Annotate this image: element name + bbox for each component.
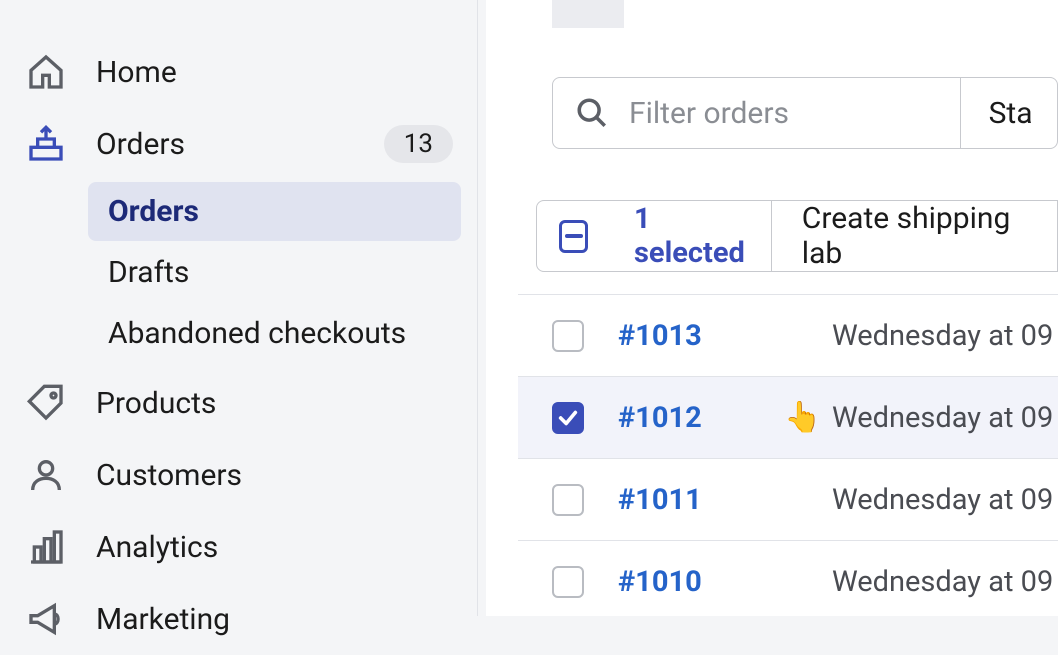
filter-orders-input[interactable] <box>629 96 938 131</box>
orders-badge: 13 <box>384 125 453 163</box>
order-date: Wednesday at 09 <box>832 483 1053 517</box>
bulk-selection[interactable]: 1 selected <box>537 201 772 271</box>
nav-label: Orders <box>96 127 185 162</box>
subnav-drafts[interactable]: Drafts <box>88 243 461 302</box>
create-shipping-label-button[interactable]: Create shipping lab <box>772 201 1057 271</box>
bulk-action-bar: 1 selected Create shipping lab <box>536 200 1058 272</box>
order-row[interactable]: #1011 Wednesday at 09 <box>518 458 1058 540</box>
header-fragment <box>552 0 624 28</box>
filter-row: Sta <box>552 77 1058 149</box>
nav-customers[interactable]: Customers <box>0 439 477 511</box>
nav-label: Marketing <box>96 602 230 637</box>
order-list: #1013 Wednesday at 09 #1012 👆 Wednesday … <box>518 294 1058 622</box>
row-checkbox[interactable] <box>552 566 584 598</box>
subnav-orders[interactable]: Orders <box>88 182 461 241</box>
row-checkbox[interactable] <box>552 402 584 434</box>
order-id-link[interactable]: #1012 <box>618 401 798 435</box>
user-icon <box>24 453 68 497</box>
order-date: Wednesday at 09 <box>832 401 1053 435</box>
select-all-indeterminate-checkbox[interactable] <box>559 220 588 253</box>
nav-label: Analytics <box>96 530 218 565</box>
order-date: Wednesday at 09 <box>832 319 1053 353</box>
megaphone-icon <box>24 597 68 641</box>
main-content: Sta 1 selected Create shipping lab #1013… <box>486 0 1058 616</box>
nav-home[interactable]: Home <box>0 36 477 108</box>
row-checkbox[interactable] <box>552 320 584 352</box>
order-id-link[interactable]: #1010 <box>618 565 798 599</box>
order-id-link[interactable]: #1013 <box>618 319 798 353</box>
subnav-abandoned[interactable]: Abandoned checkouts <box>88 304 461 363</box>
order-row[interactable]: #1013 Wednesday at 09 <box>518 294 1058 376</box>
nav-analytics[interactable]: Analytics <box>0 511 477 583</box>
nav-label: Customers <box>96 458 242 493</box>
home-icon <box>24 50 68 94</box>
search-icon <box>575 96 609 130</box>
search-input-wrap[interactable] <box>552 77 961 149</box>
nav-products[interactable]: Products <box>0 367 477 439</box>
analytics-icon <box>24 525 68 569</box>
orders-subnav: Orders Drafts Abandoned checkouts <box>0 182 477 363</box>
tag-icon <box>24 381 68 425</box>
orders-icon <box>24 122 68 166</box>
nav-label: Products <box>96 386 216 421</box>
row-checkbox[interactable] <box>552 484 584 516</box>
pointer-cursor-icon: 👆 <box>784 403 821 433</box>
order-date: Wednesday at 09 <box>832 565 1053 599</box>
order-id-link[interactable]: #1011 <box>618 483 798 517</box>
nav-orders[interactable]: Orders 13 <box>0 108 477 180</box>
selected-count: 1 selected <box>634 202 749 270</box>
status-filter-button[interactable]: Sta <box>961 77 1058 149</box>
nav-marketing[interactable]: Marketing <box>0 583 477 655</box>
order-row[interactable]: #1012 👆 Wednesday at 09 <box>518 376 1058 458</box>
nav-label: Home <box>96 55 177 90</box>
order-row[interactable]: #1010 Wednesday at 09 <box>518 540 1058 622</box>
sidebar: Home Orders 13 Orders Drafts Abandoned c… <box>0 0 478 616</box>
